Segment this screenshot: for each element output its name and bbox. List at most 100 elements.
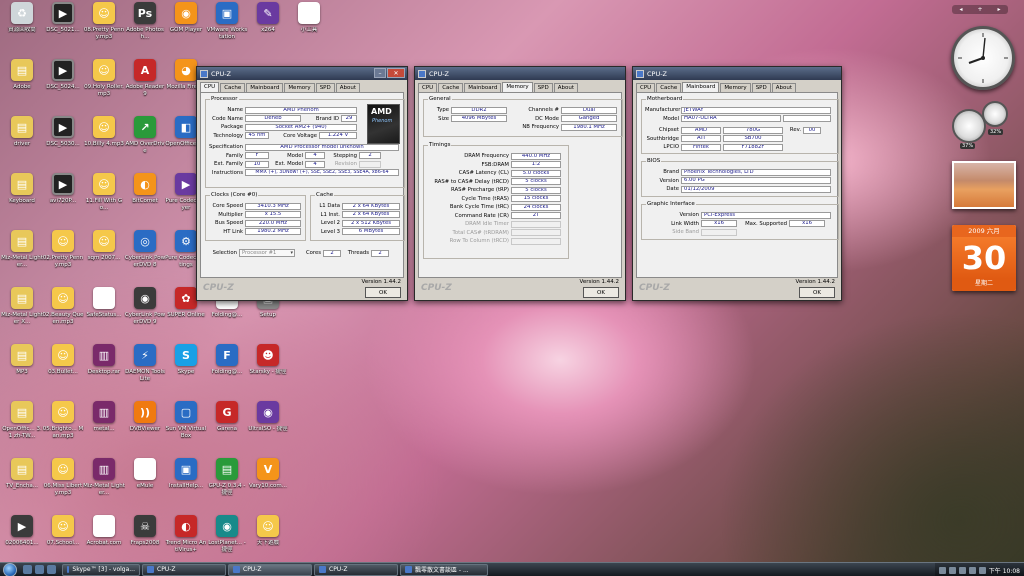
tab-mainboard[interactable]: Mainboard [246,83,284,92]
desktop-icon[interactable]: ▥ Miz-Metal Lighter... [83,458,125,512]
desktop-icon[interactable]: F Folding@... [207,344,247,398]
browser-icon[interactable] [47,565,56,574]
calendar-gadget[interactable]: 2009 六月 30 星期二 [952,225,1016,291]
taskbar-button[interactable]: CPU-Z [314,563,398,576]
desktop-icon[interactable]: ▶ DSC_5021... [43,2,83,56]
minimize-button[interactable]: – [374,68,386,78]
desktop-icon[interactable]: S Skype [166,344,206,398]
desktop-icon[interactable]: ♻ 資源回收筒 [2,2,42,56]
desktop-icon[interactable]: ◉ LostPlanet... - 捷徑 [207,515,247,569]
tab-about[interactable]: About [771,83,796,92]
desktop-icon[interactable]: ▥ Desktop.rar [84,344,124,398]
tab-about[interactable]: About [335,83,360,92]
sidebar-controls[interactable]: ◂ + ▸ [952,5,1008,14]
add-gadget-icon[interactable]: + [977,6,982,13]
tab-cache[interactable]: Cache [438,83,464,92]
desktop-icon[interactable]: ↗ AMD OverDrive [125,116,165,170]
next-icon[interactable]: ▸ [997,6,1000,13]
desktop-icon[interactable]: ☺ 10.Billy 4.mp3 [84,116,124,170]
desktop-icon[interactable]: ☺ 09.Holy Roller.mp3 [84,59,124,113]
desktop-icon[interactable]: )) DVBViewer [125,401,165,455]
desktop-icon[interactable]: ☺ 02.Beauty Queen.mp3 [42,287,84,341]
desktop-icon[interactable]: ▤ driver [2,116,42,170]
desktop-icon[interactable]: ▤ Keyboard [2,173,42,227]
tray-icon[interactable] [938,566,946,574]
desktop-icon[interactable]: Ps Adobe Photosh... [125,2,165,56]
cpuz-memory-window[interactable]: CPU-Z CPU Cache Mainboard Memory SPD Abo… [414,66,626,301]
desktop-icon[interactable]: ▶ 02006401... [2,515,42,569]
desktop-icon[interactable]: ▤ Miz-Metal Lighter X... [1,287,43,341]
processor-selection-dropdown[interactable]: Processor #1 [239,249,295,258]
desktop-icon[interactable]: ◉ GOM Player [166,2,206,56]
cpuz-mainboard-window[interactable]: CPU-Z CPU Cache Mainboard Memory SPD Abo… [632,66,842,301]
desktop-icon[interactable]: ▶ DSC_5030... [43,116,83,170]
desktop-icon[interactable]: ▤ Miz-Metal Lighter... [1,230,43,284]
desktop-icon[interactable]: ▤ TV_Encha... [2,458,42,512]
switch-windows-icon[interactable] [35,565,44,574]
desktop-icon[interactable]: ☺ sqm 2007... [84,230,124,284]
desktop-icon[interactable]: ☠ Fraps2008 [125,515,165,569]
show-desktop-icon[interactable] [23,565,32,574]
taskbar-button[interactable]: Skype™ [3] - volga... [62,563,140,576]
tray-icon[interactable] [958,566,966,574]
ok-button[interactable]: OK [799,287,835,298]
taskbar-clock[interactable]: 下午 10:08 [989,566,1020,575]
desktop-icon[interactable]: A Adobe Reader 9 [125,59,165,113]
desktop-icon[interactable]: ☺ 02.Pretty Penny.mp3 [43,230,83,284]
ok-button[interactable]: OK [365,287,401,298]
tab-about[interactable]: About [553,83,578,92]
desktop-icon[interactable]: ▥ metal... [84,401,124,455]
desktop-icon[interactable]: ☺ 06.Miss Liberty.mp3 [43,458,83,512]
desktop-icon[interactable]: ☻ Starsky - 捷徑 [248,344,288,398]
desktop-icon[interactable]: ☺ 天下遊戲 [248,515,288,569]
desktop-icon[interactable]: ▤ GPU-Z 0.3.4 - 捷徑 [207,458,247,512]
tab-memory[interactable]: Memory [502,82,533,92]
cpuz-memory-titlebar[interactable]: CPU-Z [415,67,625,80]
cpuz-mainboard-titlebar[interactable]: CPU-Z [633,67,841,80]
desktop-icon[interactable]: A Acrobat.com [84,515,124,569]
taskbar-button[interactable]: CPU-Z [228,563,312,576]
desktop-icon[interactable]: ▣ VMware Workstation [207,2,247,56]
desktop-icon[interactable]: ◎ CyberLink PowerDVD 8 [125,230,165,284]
cpuz-cpu-window[interactable]: CPU-Z – ✕ CPU Cache Mainboard Memory SPD… [196,66,408,301]
cpuz-cpu-titlebar[interactable]: CPU-Z – ✕ [197,67,407,80]
tab-memory[interactable]: Memory [720,83,751,92]
desktop-icon[interactable]: ⚙ SafeStatus... [84,287,124,341]
tab-spd[interactable]: SPD [751,83,771,92]
desktop-icon[interactable]: ✶ eMule [125,458,165,512]
tab-memory[interactable]: Memory [284,83,315,92]
start-button[interactable] [3,562,17,576]
desktop-icon[interactable]: ⚡ DAEMON Tools Lite [125,344,165,398]
desktop-icon[interactable]: ☺ 03.Bullet... [43,344,83,398]
desktop-icon[interactable]: ◉ CyberLink PowerDVD 9 [125,287,165,341]
desktop-icon[interactable]: ▣ InstallHelp... [166,458,206,512]
tray-icon[interactable] [948,566,956,574]
desktop-icon[interactable]: ▶ DSC_5024... [43,59,83,113]
desktop-icon[interactable]: ✦ 小工具 [289,2,329,56]
desktop-icon[interactable]: ▤ OpenOffic... 3.1 zh-TW... [2,401,42,455]
tab-spd[interactable]: SPD [315,83,335,92]
desktop-icon[interactable]: ◉ UltraISO - 捷徑 [248,401,288,455]
close-button[interactable]: ✕ [387,68,405,78]
desktop-icon[interactable]: ☺ 08.Pretty Penny.mp3 [84,2,124,56]
desktop-icon[interactable]: ▤ MP3 [2,344,42,398]
clock-gadget[interactable] [951,26,1015,90]
desktop-icon[interactable]: ☺ 07.School... [43,515,83,569]
tab-cpu[interactable]: CPU [636,83,656,92]
taskbar-button[interactable]: 飄零散文書談區 - ... [400,563,488,576]
tab-cache[interactable]: Cache [656,83,682,92]
tab-mainboard[interactable]: Mainboard [464,83,502,92]
desktop-icon[interactable]: ✎ x264 [248,2,288,56]
tab-cpu[interactable]: CPU [418,83,438,92]
ok-button[interactable]: OK [583,287,619,298]
desktop-icon[interactable]: ◐ Trend Micro AntiVirus+ [166,515,206,569]
slideshow-gadget[interactable] [952,161,1016,209]
tab-cache[interactable]: Cache [220,83,246,92]
desktop-icon[interactable]: G Garena [207,401,247,455]
desktop-icon[interactable]: ☺ 11.Fill With Go... [84,173,124,227]
network-icon[interactable] [978,566,986,574]
desktop-icon[interactable]: ▤ Adobe [2,59,42,113]
taskbar-button[interactable]: CPU-Z [142,563,226,576]
desktop-icon[interactable]: ☺ 05.Brighto... Man.mp3 [43,401,83,455]
prev-icon[interactable]: ◂ [959,6,962,13]
